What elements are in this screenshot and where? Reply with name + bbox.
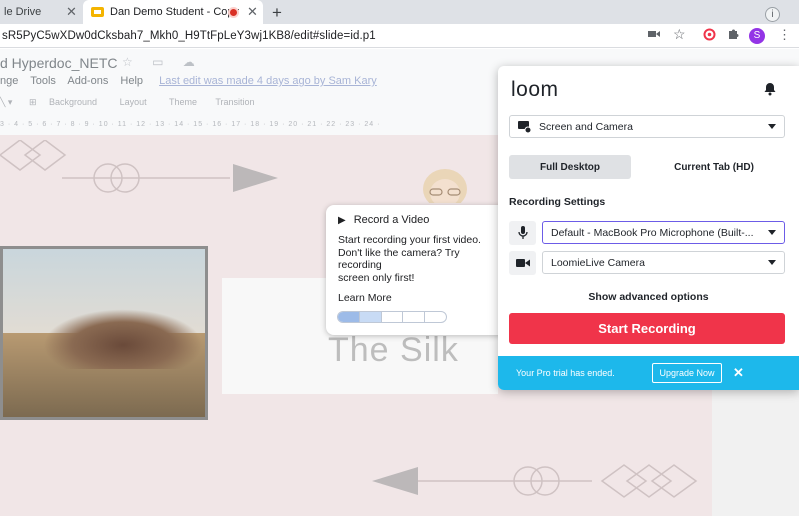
tooltip-line: screen only first! [338,271,415,284]
menu-item[interactable]: Help [120,75,143,87]
microphone-value: Default - MacBook Pro Microphone (Built-… [551,226,754,239]
tooltip-header: ▶ Record a Video [338,214,494,226]
tooltip-title: Record a Video [353,214,430,226]
progress-step [359,312,382,322]
learn-more-link[interactable]: Learn More [338,292,494,304]
tooltip-line: recording [338,259,382,271]
start-recording-button[interactable]: Start Recording [509,313,785,344]
microphone-select[interactable]: Default - MacBook Pro Microphone (Built-… [542,221,785,244]
upgrade-now-button[interactable]: Upgrade Now [652,363,722,383]
slide-title-text[interactable]: The Silk [328,331,459,370]
toolbar-theme[interactable]: Theme [169,97,197,107]
info-icon[interactable]: i [765,7,780,22]
line-tool-icon[interactable]: ╲ ▾ [0,97,12,107]
tooltip-line: Don't like the camera? Try [338,246,460,259]
progress-step [338,312,360,322]
slides-favicon-icon [91,7,104,17]
cartoon-figure-image [423,169,467,203]
close-icon[interactable]: ✕ [733,365,744,381]
toolbar-background[interactable]: Background [49,97,97,107]
chevron-down-icon [768,260,776,265]
trial-ended-text: Your Pro trial has ended. [516,368,615,378]
tutorial-progress [337,311,447,323]
address-bar[interactable]: sR5PyC5wXDw0dCksbah7_Mkh0_H9TtFpLeY3wj1K… [0,24,799,48]
menu-item[interactable]: Add-ons [67,75,108,87]
cloud-icon: ☁ [182,55,203,69]
tab-current-tab[interactable]: Current Tab (HD) [655,155,773,179]
camera-icon[interactable] [648,28,660,42]
close-icon[interactable]: ✕ [66,4,77,20]
tab-label: Dan Demo Student - Copy [110,6,240,18]
tab-drive[interactable]: le Drive ✕ [0,0,82,24]
play-icon: ▶ [338,214,346,226]
screen-camera-icon [518,120,532,133]
new-tab-button[interactable]: + [272,3,282,23]
menu-item[interactable]: Tools [30,75,56,87]
decorative-shapes-top [0,140,278,193]
comment-icon[interactable]: ⊞ [29,97,37,107]
menu-item[interactable]: nge [0,75,18,87]
tooltip-line: Start recording your first video. [338,234,481,246]
recording-settings-label: Recording Settings [509,196,606,208]
capture-mode-select[interactable]: Screen and Camera [509,115,785,138]
bell-icon[interactable] [763,82,777,96]
last-edit-link[interactable]: Last edit was made 4 days ago by Sam Kar… [159,75,377,87]
recording-mode-tabs: Full Desktop Current Tab (HD) [509,155,785,179]
ruler: 3 · 4 · 5 · 6 · 7 · 8 · 9 · 10 · 11 · 12… [0,121,381,128]
close-icon[interactable]: ✕ [247,4,258,20]
tab-full-desktop[interactable]: Full Desktop [509,155,631,179]
tab-strip: le Drive ✕ Dan Demo Student - Copy ✕ + i [0,0,799,24]
progress-step [382,312,404,322]
star-icon[interactable]: ☆ [122,55,141,69]
avatar[interactable]: S [749,28,765,44]
show-advanced-options-button[interactable]: Show advanced options [498,291,799,303]
tooltip-body: Start recording your first video. Don't … [338,234,494,284]
trial-banner: Your Pro trial has ended. Upgrade Now ✕ [498,356,799,390]
recording-indicator-icon [228,7,239,18]
tab-active-slides[interactable]: Dan Demo Student - Copy ✕ [83,0,263,24]
menu-bar: nge Tools Add-ons Help Last edit was mad… [0,75,386,87]
loom-extension-icon[interactable] [703,28,716,44]
toolbar-layout[interactable]: Layout [120,97,147,107]
camera-value: LoomieLive Camera [551,256,645,269]
chevron-down-icon [768,124,776,129]
title-icons: ☆ ▭ ☁ [122,55,203,69]
tab-label: le Drive [4,6,42,18]
decorative-shapes-bottom [372,464,698,498]
camera-select[interactable]: LoomieLive Camera [542,251,785,274]
camera-icon [509,251,536,275]
painting-image[interactable] [0,246,208,420]
document-title[interactable]: d Hyperdoc_NETC [0,55,118,71]
star-icon[interactable]: ☆ [673,26,686,43]
record-video-tooltip: ▶ Record a Video Start recording your fi… [326,205,506,335]
microphone-icon [509,221,536,245]
folder-icon[interactable]: ▭ [152,55,171,69]
slides-toolbar: ╲ ▾ ⊞ Background Layout Theme Transition [0,97,255,108]
loom-logo: loom [511,78,559,101]
progress-step [403,312,426,322]
capture-mode-value: Screen and Camera [539,120,633,133]
more-icon[interactable]: ⋮ [778,27,791,43]
url-text[interactable]: sR5PyC5wXDw0dCksbah7_Mkh0_H9TtFpLeY3wj1K… [2,30,376,42]
painting-figures [43,309,203,369]
chevron-down-icon [768,230,776,235]
puzzle-icon[interactable] [727,28,739,43]
progress-step [425,312,446,322]
loom-panel: loom Screen and Camera Full Desktop Curr… [498,66,799,390]
toolbar-transition[interactable]: Transition [215,97,254,107]
